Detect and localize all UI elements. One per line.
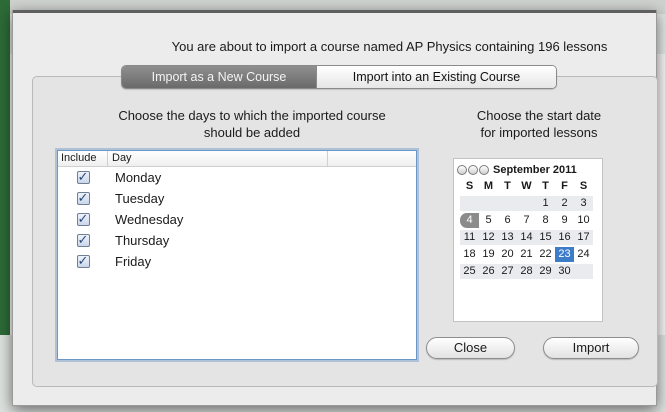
tab-import-new-course[interactable]: Import as a New Course — [122, 66, 316, 88]
table-row[interactable]: ✓ Tuesday — [58, 188, 416, 209]
calendar-day[interactable]: 17 — [574, 230, 593, 245]
calendar-day[interactable]: 30 — [555, 264, 574, 279]
weekday-header: T — [504, 180, 511, 192]
calendar-day[interactable]: 23 — [555, 247, 574, 262]
calendar-day[interactable]: 28 — [517, 264, 536, 279]
include-checkbox-thursday[interactable]: ✓ — [76, 233, 90, 247]
calendar-day[interactable]: 26 — [479, 264, 498, 279]
calendar-day[interactable]: 2 — [555, 196, 574, 211]
days-instruction: Choose the days to which the imported co… — [76, 107, 428, 141]
calendar-empty-cell — [479, 196, 498, 211]
calendar-empty-cell — [574, 264, 593, 279]
calendar-day[interactable]: 25 — [460, 264, 479, 279]
weekday-header: T — [542, 180, 549, 192]
calendar-grid: S M T W T F S 1 2 3 4 5 6 7 8 9 10 11 12 13 14 15 16 17 18 19 20 21… — [460, 179, 602, 279]
days-table[interactable]: Include Day ✓ Monday ✓ Tuesday ✓ Wednesd… — [57, 150, 417, 360]
start-date-calendar[interactable]: September 2011 S M T W T F S 1 2 3 4 5 6 7 8 9 10 11 12 13 1… — [453, 158, 603, 322]
calendar-empty-cell — [460, 196, 479, 211]
calendar-day[interactable]: 12 — [479, 230, 498, 245]
import-button[interactable]: Import — [543, 337, 639, 359]
include-checkbox-wednesday[interactable]: ✓ — [76, 212, 90, 226]
start-instruction-line1: Choose the start date — [476, 108, 602, 123]
calendar-day[interactable]: 7 — [517, 213, 536, 228]
tab-import-existing-course[interactable]: Import into an Existing Course — [316, 66, 556, 88]
table-header: Include Day — [58, 151, 416, 167]
calendar-day[interactable]: 13 — [498, 230, 517, 245]
import-course-sheet: You are about to import a course named A… — [12, 10, 658, 406]
include-checkbox-tuesday[interactable]: ✓ — [76, 191, 90, 205]
weekday-header: S — [465, 180, 474, 192]
table-row[interactable]: ✓ Monday — [58, 167, 416, 188]
calendar-day[interactable]: 24 — [574, 247, 593, 262]
import-mode-tabs: Import as a New Course Import into an Ex… — [121, 65, 557, 89]
calendar-day[interactable]: 16 — [555, 230, 574, 245]
days-instruction-line2: should be added — [203, 125, 301, 140]
weekday-header: S — [579, 180, 588, 192]
calendar-day[interactable]: 19 — [479, 247, 498, 262]
calendar-day[interactable]: 3 — [574, 196, 593, 211]
include-cell: ✓ — [58, 254, 108, 268]
calendar-header: September 2011 — [454, 162, 602, 177]
calendar-day[interactable]: 22 — [536, 247, 555, 262]
day-label: Friday — [115, 254, 152, 269]
include-cell: ✓ — [58, 170, 108, 184]
start-date-instruction: Choose the start date for imported lesso… — [444, 107, 634, 141]
calendar-day[interactable]: 10 — [574, 213, 593, 228]
close-button[interactable]: Close — [426, 337, 515, 359]
include-checkbox-friday[interactable]: ✓ — [76, 254, 90, 268]
weekday-header: M — [483, 180, 494, 192]
next-month-icon[interactable] — [479, 164, 489, 175]
calendar-day[interactable]: 4 — [460, 213, 479, 228]
calendar-day[interactable]: 8 — [536, 213, 555, 228]
table-row[interactable]: ✓ Thursday — [58, 230, 416, 251]
days-instruction-line1: Choose the days to which the imported co… — [118, 108, 386, 123]
include-cell: ✓ — [58, 212, 108, 226]
calendar-day[interactable]: 27 — [498, 264, 517, 279]
calendar-day[interactable]: 15 — [536, 230, 555, 245]
day-label: Tuesday — [115, 191, 165, 206]
calendar-day[interactable]: 11 — [460, 230, 479, 245]
table-row[interactable]: ✓ Friday — [58, 251, 416, 272]
day-label: Thursday — [115, 233, 170, 248]
day-label: Monday — [115, 170, 162, 185]
calendar-day[interactable]: 21 — [517, 247, 536, 262]
include-cell: ✓ — [58, 191, 108, 205]
calendar-day[interactable]: 1 — [536, 196, 555, 211]
include-column-header[interactable]: Include — [58, 151, 108, 166]
calendar-day[interactable]: 6 — [498, 213, 517, 228]
weekday-header: F — [561, 180, 568, 192]
sheet-top-border — [13, 10, 656, 13]
weekday-header: W — [521, 180, 532, 192]
previous-month-icon[interactable] — [457, 164, 467, 175]
include-cell: ✓ — [58, 233, 108, 247]
day-label: Wednesday — [115, 212, 184, 227]
calendar-month-label: September 2011 — [493, 163, 577, 176]
include-checkbox-monday[interactable]: ✓ — [76, 170, 90, 184]
day-column-header[interactable]: Day — [108, 151, 328, 166]
calendar-day[interactable]: 29 — [536, 264, 555, 279]
import-message: You are about to import a course named A… — [171, 39, 608, 54]
calendar-empty-cell — [517, 196, 536, 211]
today-icon[interactable] — [468, 164, 478, 175]
calendar-day[interactable]: 5 — [479, 213, 498, 228]
start-instruction-line2: for imported lessons — [480, 125, 598, 140]
table-row[interactable]: ✓ Wednesday — [58, 209, 416, 230]
calendar-day[interactable]: 9 — [555, 213, 574, 228]
calendar-day[interactable]: 14 — [517, 230, 536, 245]
calendar-day[interactable]: 20 — [498, 247, 517, 262]
calendar-day[interactable]: 18 — [460, 247, 479, 262]
calendar-empty-cell — [498, 196, 517, 211]
